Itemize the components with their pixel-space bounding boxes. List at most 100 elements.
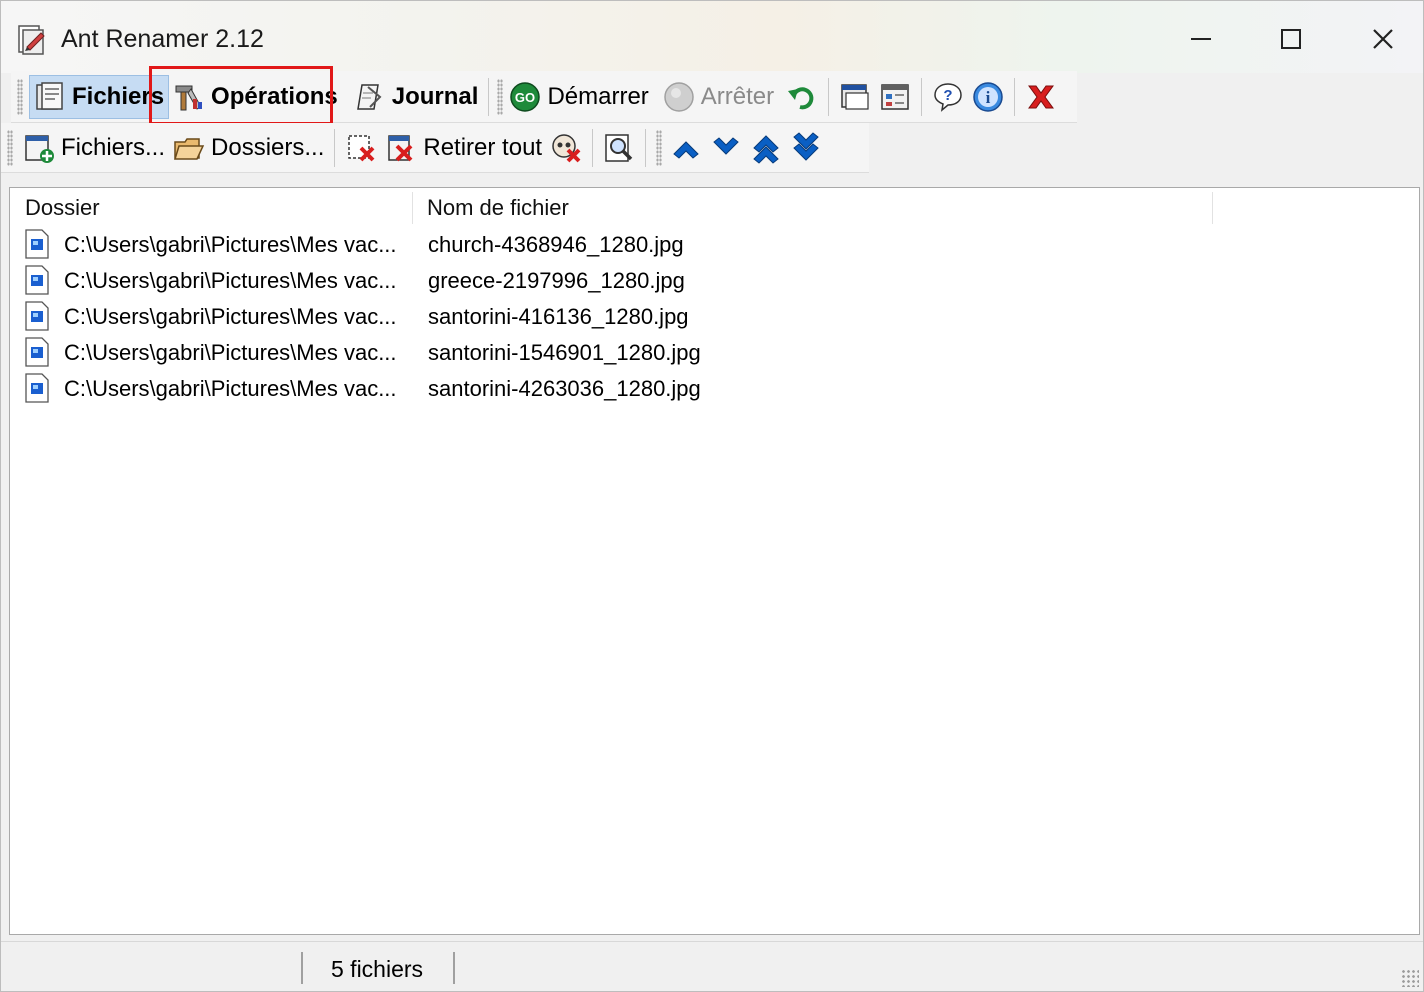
column-divider[interactable] — [1212, 192, 1213, 224]
window-icon — [841, 83, 869, 110]
folder-cell: C:\Users\gabri\Pictures\Mes vac... — [64, 232, 397, 257]
svg-text:?: ? — [944, 87, 953, 104]
undo-icon — [788, 86, 814, 109]
table-row[interactable]: C:\Users\gabri\Pictures\Mes vac... churc… — [10, 226, 1419, 262]
journal-icon — [356, 83, 382, 110]
table-row[interactable]: C:\Users\gabri\Pictures\Mes vac... santo… — [10, 370, 1419, 406]
image-file-icon — [25, 373, 49, 403]
help-button[interactable]: ? — [928, 75, 968, 119]
folder-cell: C:\Users\gabri\Pictures\Mes vac... — [64, 340, 397, 365]
file-list-rows: C:\Users\gabri\Pictures\Mes vac... churc… — [10, 226, 1419, 406]
filename-cell: santorini-416136_1280.jpg — [428, 304, 689, 329]
table-row[interactable]: C:\Users\gabri\Pictures\Mes vac... santo… — [10, 334, 1419, 370]
separator — [488, 77, 490, 116]
add-folders-button[interactable]: Dossiers... — [169, 126, 328, 170]
move-bottom-icon — [793, 131, 819, 161]
separator — [828, 77, 830, 116]
add-files-button[interactable]: Fichiers... — [19, 126, 169, 170]
separator — [592, 128, 594, 167]
move-up-button[interactable] — [666, 126, 706, 170]
move-down-button[interactable] — [706, 126, 746, 170]
separator — [921, 77, 923, 116]
toolbar-grip[interactable] — [7, 129, 13, 166]
resize-grip[interactable] — [1401, 969, 1419, 987]
files-icon — [36, 81, 63, 110]
move-top-icon — [753, 134, 779, 164]
tab-operations-label: Opérations — [211, 82, 338, 110]
image-file-icon — [25, 265, 49, 295]
stop-label: Arrêter — [700, 82, 775, 110]
filename-cell: santorini-1546901_1280.jpg — [428, 340, 701, 365]
start-button[interactable]: GO Démarrer — [505, 75, 652, 119]
help-icon: ? — [934, 82, 962, 112]
file-list-header: Dossier Nom de fichier — [10, 188, 1419, 228]
tab-operations[interactable]: Opérations — [169, 75, 342, 119]
filename-cell: church-4368946_1280.jpg — [428, 232, 684, 257]
remove-selected-button[interactable] — [341, 126, 381, 170]
stop-icon — [664, 81, 694, 112]
column-header-folder[interactable]: Dossier — [10, 188, 412, 228]
remove-all-label: Retirer tout — [423, 133, 543, 161]
separator — [645, 128, 647, 167]
move-bottom-button[interactable] — [786, 126, 826, 170]
search-icon — [605, 133, 633, 162]
window-title: Ant Renamer 2.12 — [61, 25, 264, 53]
minimize-button[interactable] — [1171, 15, 1231, 63]
toolbar-grip[interactable] — [656, 129, 663, 166]
table-row[interactable]: C:\Users\gabri\Pictures\Mes vac... santo… — [10, 298, 1419, 334]
folder-cell: C:\Users\gabri\Pictures\Mes vac... — [64, 304, 397, 329]
folder-icon — [174, 137, 205, 160]
image-file-icon — [25, 301, 49, 331]
add-files-icon — [25, 134, 54, 163]
stop-button[interactable]: Arrêter — [659, 75, 778, 119]
main-toolbar: Fichiers Opérations Journal GO Démarrer … — [11, 71, 1077, 123]
close-icon — [1373, 29, 1393, 49]
find-button[interactable] — [599, 126, 639, 170]
image-file-icon — [25, 229, 49, 259]
info-button[interactable]: i — [968, 75, 1008, 119]
file-count-status: 5 fichiers — [331, 956, 424, 982]
status-bar: 5 fichiers — [1, 941, 1423, 991]
status-divider — [453, 952, 455, 984]
go-icon: GO — [510, 81, 541, 112]
minimize-icon — [1191, 38, 1211, 40]
remove-all-button[interactable]: Retirer tout — [381, 126, 546, 170]
move-up-icon — [673, 140, 699, 159]
start-label: Démarrer — [547, 82, 649, 110]
column-header-filename[interactable]: Nom de fichier — [412, 188, 1212, 228]
operations-tools-icon — [175, 85, 203, 110]
info-icon: i — [973, 81, 1003, 112]
undo-button[interactable] — [782, 75, 822, 119]
maximize-button[interactable] — [1261, 15, 1321, 63]
preview-icon — [881, 83, 909, 110]
add-folders-label: Dossiers... — [211, 133, 325, 161]
move-top-button[interactable] — [746, 126, 786, 170]
toolbar-grip[interactable] — [17, 78, 23, 115]
filename-cell: santorini-4263036_1280.jpg — [428, 376, 701, 401]
filename-cell: greece-2197996_1280.jpg — [428, 268, 685, 293]
exit-button[interactable] — [1021, 75, 1061, 119]
preview-button[interactable] — [875, 75, 915, 119]
title-bar[interactable]: Ant Renamer 2.12 — [1, 1, 1423, 73]
file-list[interactable]: Dossier Nom de fichier C:\Users\gabri\Pi… — [9, 187, 1420, 935]
close-button[interactable] — [1353, 15, 1413, 63]
window-button[interactable] — [835, 75, 875, 119]
exit-icon — [1028, 85, 1055, 108]
separator — [1014, 77, 1016, 116]
app-renamer-icon — [18, 25, 45, 55]
tab-files[interactable]: Fichiers — [29, 74, 170, 119]
svg-text:i: i — [986, 88, 991, 107]
folder-cell: C:\Users\gabri\Pictures\Mes vac... — [64, 376, 397, 401]
separator — [334, 128, 336, 167]
table-row[interactable]: C:\Users\gabri\Pictures\Mes vac... greec… — [10, 262, 1419, 298]
image-file-icon — [25, 337, 49, 367]
remove-dead-button[interactable] — [546, 126, 586, 170]
tab-journal-label: Journal — [391, 82, 479, 110]
status-divider — [301, 952, 303, 984]
maximize-icon — [1281, 29, 1301, 49]
move-down-icon — [713, 136, 739, 155]
app-window: Ant Renamer 2.12 Fichiers Opérations Jou… — [0, 0, 1424, 992]
remove-all-icon — [388, 134, 413, 161]
tab-journal[interactable]: Journal — [350, 75, 483, 119]
toolbar-grip[interactable] — [497, 78, 504, 115]
